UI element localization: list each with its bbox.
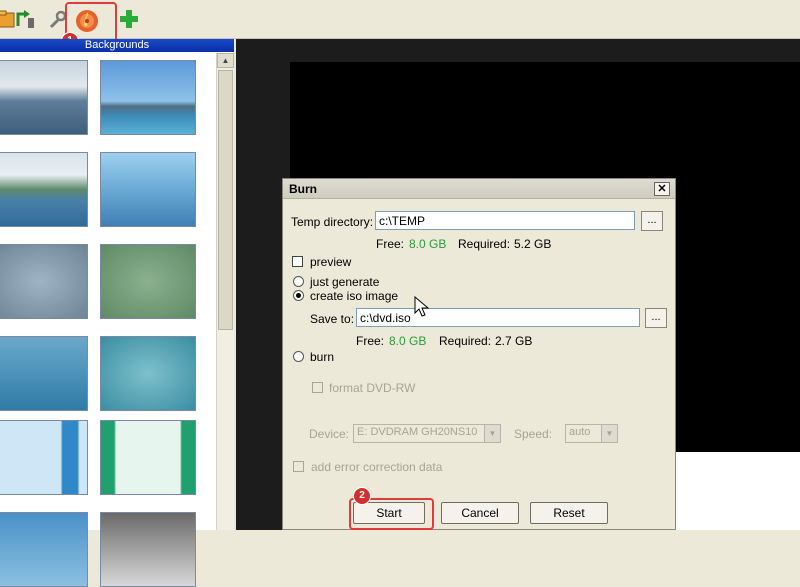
device-select[interactable]: E: DVDRAM GH20NS10 ▼ [353,424,501,443]
cancel-button[interactable]: Cancel [441,502,519,524]
iso-required-label: Required: [439,334,492,348]
temp-required-value: 5.2 GB [514,237,552,251]
backgrounds-panel-title: Backgrounds [0,39,234,52]
just-generate-radio[interactable] [293,276,304,287]
format-dvd-rw-label: format DVD-RW [329,381,416,395]
toolbar [0,0,800,39]
format-dvd-rw-checkbox[interactable] [312,382,323,393]
temp-directory-label: Temp directory: [291,215,374,229]
dialog-title-bar: Burn [283,179,675,199]
iso-free-value: 8.0 GB [389,334,427,348]
burn-label: burn [310,350,335,364]
temp-required-label: Required: [458,237,511,251]
burn-radio[interactable] [293,351,304,362]
import-icon[interactable] [14,8,36,30]
preview-label: preview [310,255,352,269]
reset-button[interactable]: Reset [530,502,608,524]
mouse-cursor-icon [414,296,430,317]
iso-free-label: Free: [356,334,385,348]
background-thumbnail[interactable] [0,512,88,587]
background-thumbnail[interactable] [100,244,196,319]
add-icon[interactable] [118,8,140,30]
iso-required-value: 2.7 GB [495,334,533,348]
background-thumbnail[interactable] [0,60,88,135]
speed-label: Speed: [514,427,553,441]
save-to-label: Save to: [310,312,355,326]
device-label: Device: [309,427,350,441]
error-correction-label: add error correction data [311,460,443,474]
save-to-input[interactable] [356,308,640,327]
preview-margin [674,452,800,530]
background-thumbnail[interactable] [100,420,196,495]
device-select-value: E: DVDRAM GH20NS10 [357,426,478,438]
just-generate-label: just generate [310,275,380,289]
scroll-up-arrow-icon[interactable]: ▲ [217,53,234,68]
preview-checkbox[interactable] [292,256,303,267]
speed-select[interactable]: auto ▼ [565,424,618,443]
temp-free-value: 8.0 GB [409,237,447,251]
create-iso-label: create iso image [310,289,399,303]
step-badge-2: 2 [353,487,371,505]
temp-free-label: Free: [376,237,405,251]
close-icon[interactable]: ✕ [654,182,670,196]
temp-directory-input[interactable] [375,211,635,230]
backgrounds-scrollbar[interactable]: ▲ [216,53,234,530]
background-thumbnail[interactable] [100,60,196,135]
speed-select-value: auto [569,426,591,438]
backgrounds-panel: Backgrounds ▲ [0,39,234,587]
background-thumbnail[interactable] [100,152,196,227]
chevron-down-icon[interactable]: ▼ [484,425,500,442]
background-thumbnail[interactable] [0,420,88,495]
chevron-down-icon[interactable]: ▼ [601,425,617,442]
save-to-browse-button[interactable]: ... [645,308,667,328]
background-thumbnail[interactable] [0,244,88,319]
scrollbar-thumb[interactable] [218,70,233,330]
dialog-title: Burn [289,182,317,196]
background-thumbnail[interactable] [100,512,196,587]
background-thumbnail[interactable] [0,336,88,411]
background-thumbnail[interactable] [100,336,196,411]
create-iso-radio[interactable] [293,290,304,301]
background-thumbnail[interactable] [0,152,88,227]
burn-dialog: Burn ✕ [282,178,676,530]
error-correction-checkbox[interactable] [293,461,304,472]
temp-directory-browse-button[interactable]: ... [641,211,663,231]
